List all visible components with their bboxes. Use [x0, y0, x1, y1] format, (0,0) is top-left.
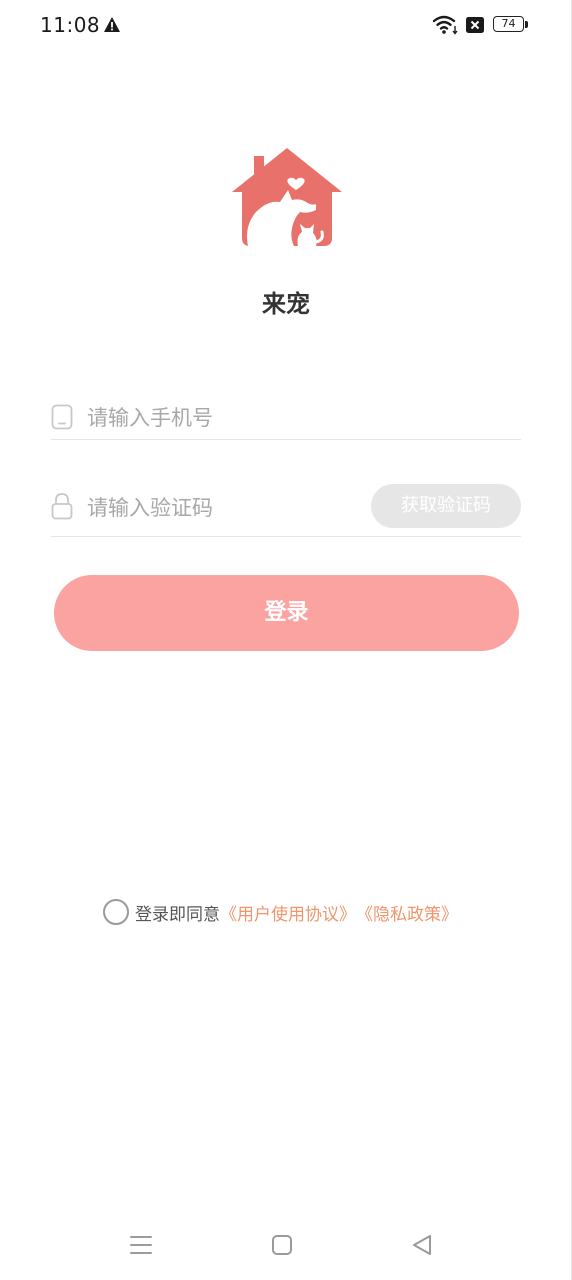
user-agreement-link[interactable]: 《用户使用协议》: [220, 900, 356, 925]
code-field: 获取验证码: [51, 482, 521, 537]
alert-icon: [104, 17, 120, 32]
agree-radio[interactable]: [103, 899, 129, 925]
phone-input[interactable]: [87, 403, 487, 433]
sim-icon: [466, 17, 484, 33]
login-page: 11:08 74 来宠 请输入手机号 请输入验证码 获取验证码 登录 登录即同意…: [0, 0, 572, 1280]
lock-icon: [51, 493, 73, 520]
battery-level: 74: [493, 16, 524, 32]
status-time: 11:08: [40, 13, 101, 37]
agreement-row: 登录即同意 《用户使用协议》 《隐私政策》: [103, 896, 458, 928]
wifi-icon: [433, 15, 458, 35]
house-dog-cat-logo: [232, 148, 342, 246]
phone-icon: [51, 404, 73, 430]
login-button[interactable]: 登录: [54, 575, 519, 651]
battery-icon: 74: [493, 16, 529, 34]
back-icon[interactable]: [410, 1232, 434, 1258]
home-icon[interactable]: [270, 1232, 294, 1258]
agreement-text: 登录即同意: [135, 904, 220, 925]
status-bar: 11:08 74: [0, 0, 570, 52]
app-title: 来宠: [262, 290, 310, 318]
phone-field: [51, 392, 521, 440]
privacy-policy-link[interactable]: 《隐私政策》: [356, 900, 458, 925]
code-input[interactable]: [87, 493, 357, 523]
menu-icon[interactable]: [129, 1232, 153, 1258]
get-code-button[interactable]: 获取验证码: [371, 484, 521, 528]
